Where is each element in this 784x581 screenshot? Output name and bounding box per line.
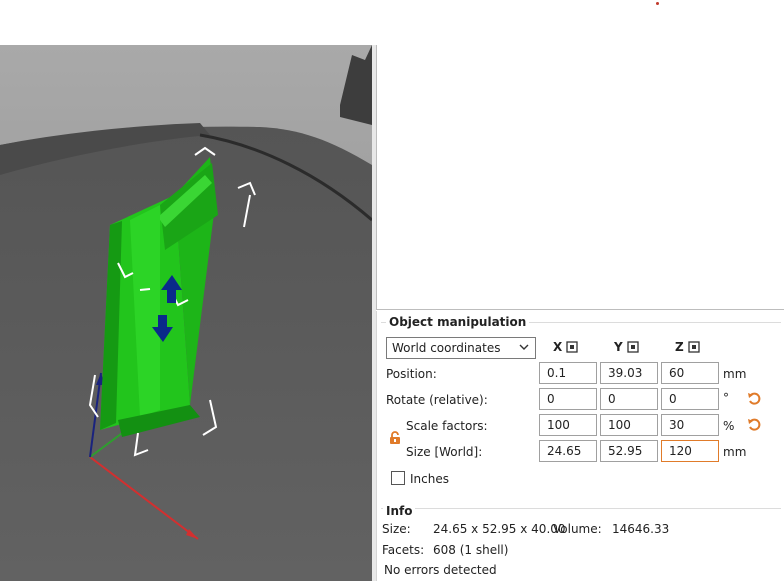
chevron-down-icon xyxy=(519,344,529,350)
info-title: Info xyxy=(383,504,416,518)
rotate-z-input[interactable]: 0 xyxy=(661,388,719,410)
rotation-reset-icon[interactable] xyxy=(747,392,761,406)
scale-reset-icon[interactable] xyxy=(747,418,761,432)
axis-header-y: Y xyxy=(614,340,639,354)
rotate-unit: ° xyxy=(723,391,729,405)
rotate-label: Rotate (relative): xyxy=(386,393,488,407)
position-y-input[interactable]: 39.03 xyxy=(600,362,658,384)
status-dot xyxy=(656,2,659,5)
position-x-input[interactable]: 0.1 xyxy=(539,362,597,384)
rotate-y-input[interactable]: 0 xyxy=(600,388,658,410)
scale-x-input[interactable]: 100 xyxy=(539,414,597,436)
section-title: Object manipulation xyxy=(386,315,530,329)
scale-y-input[interactable]: 100 xyxy=(600,414,658,436)
scale-z-input[interactable]: 30 xyxy=(661,414,719,436)
axis-header-x: X xyxy=(553,340,578,354)
info-facets-value: 608 (1 shell) xyxy=(433,543,509,557)
info-volume-value: 14646.33 xyxy=(612,522,670,536)
scale-unit: % xyxy=(723,419,735,433)
inches-checkbox[interactable] xyxy=(391,471,405,485)
coordinate-system-dropdown[interactable]: World coordinates xyxy=(386,337,536,359)
position-unit: mm xyxy=(723,367,747,381)
info-volume-label: Volume: xyxy=(553,522,602,536)
size-x-input[interactable]: 24.65 xyxy=(539,440,597,462)
axis-direction-icon[interactable] xyxy=(627,341,639,353)
3d-viewport[interactable] xyxy=(0,45,372,581)
info-facets-label: Facets: xyxy=(382,543,425,557)
unlocked-padlock-icon[interactable] xyxy=(389,431,401,445)
group-border xyxy=(381,508,781,509)
scale-label: Scale factors: xyxy=(406,419,488,433)
axis-header-z: Z xyxy=(675,340,700,354)
position-label: Position: xyxy=(386,367,437,381)
info-panel: Info Size: 24.65 x 52.95 x 40.00 Volume:… xyxy=(376,497,784,581)
info-errors: No errors detected xyxy=(384,563,497,577)
position-z-input[interactable]: 60 xyxy=(661,362,719,384)
size-unit: mm xyxy=(723,445,747,459)
axis-direction-icon[interactable] xyxy=(688,341,700,353)
size-y-input[interactable]: 52.95 xyxy=(600,440,658,462)
info-size-value: 24.65 x 52.95 x 40.00 xyxy=(433,522,566,536)
rotate-x-input[interactable]: 0 xyxy=(539,388,597,410)
size-label: Size [World]: xyxy=(406,445,483,459)
inches-label: Inches xyxy=(410,472,449,486)
size-z-input[interactable]: 120 xyxy=(661,440,719,462)
axis-direction-icon[interactable] xyxy=(566,341,578,353)
object-manipulation-panel: Object manipulation World coordinates X … xyxy=(376,311,784,497)
coordinate-system-value: World coordinates xyxy=(392,341,501,355)
object-list-panel[interactable] xyxy=(376,45,784,310)
info-size-label: Size: xyxy=(382,522,411,536)
scene-canvas[interactable] xyxy=(0,45,372,581)
